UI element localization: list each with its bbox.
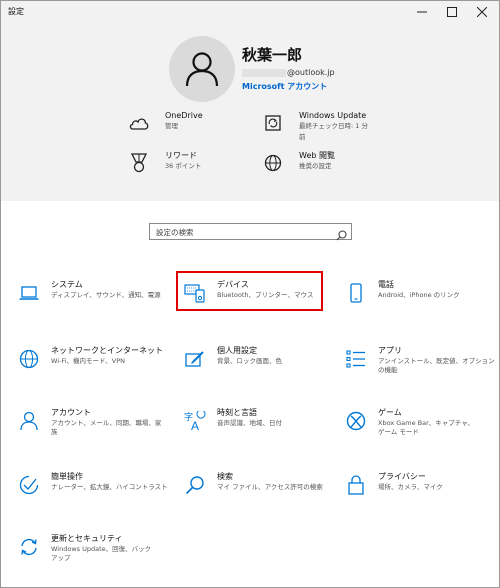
ease-of-access-icon — [17, 473, 41, 497]
network-globe-icon — [17, 347, 41, 371]
tile-gaming-title: ゲーム — [378, 408, 402, 417]
windows-update-item[interactable]: Windows Update 最終チェック日時: 1 分 前 — [263, 110, 368, 143]
apps-icon — [344, 347, 368, 371]
onedrive-title: OneDrive — [165, 111, 203, 120]
web-browsing-title: Web 閲覧 — [299, 151, 335, 160]
cloud-icon — [129, 113, 149, 133]
tile-gaming-desc-cont: ゲーム モード — [378, 428, 419, 436]
user-name: 秋葉一郎 — [242, 46, 303, 64]
account-header: 秋葉一郎 @outlook.jp Microsoft アカウント OneDriv… — [1, 23, 499, 201]
windows-update-subtitle: 最終チェック日時: 1 分 — [299, 122, 368, 130]
tile-personalization[interactable]: 個人用設定 背景、ロック画面、色 — [183, 345, 338, 395]
microsoft-account-link[interactable]: Microsoft アカウント — [242, 81, 327, 92]
search-icon — [183, 473, 207, 497]
tile-system-title: システム — [51, 280, 83, 289]
xbox-icon — [344, 409, 368, 433]
window-title: 設定 — [8, 7, 24, 16]
tile-update-security-title: 更新とセキュリティ — [51, 534, 123, 543]
tile-update-security[interactable]: 更新とセキュリティ Windows Update、回復、バック アップ — [17, 533, 172, 583]
tile-privacy[interactable]: プライバシー 場所、カメラ、マイク — [344, 471, 499, 521]
tile-phone-desc: Android、iPhone のリンク — [378, 291, 460, 299]
email-redaction — [242, 68, 286, 77]
laptop-icon — [17, 281, 41, 305]
personalization-icon — [183, 347, 207, 371]
title-bar: 設定 — [1, 1, 499, 23]
tile-network[interactable]: ネットワークとインターネット Wi-Fi、機内モード、VPN — [17, 345, 172, 395]
tile-apps-desc: アンインストール、既定値、オプション — [378, 357, 495, 365]
tile-time-language-title: 時刻と言語 — [217, 408, 257, 417]
rewards-subtitle: 36 ポイント — [165, 162, 202, 170]
windows-update-subtitle-cont: 前 — [299, 133, 306, 141]
search-placeholder: 設定の検索 — [156, 228, 194, 237]
onedrive-item[interactable]: OneDrive 管理 — [129, 110, 203, 133]
tile-personalization-desc: 背景、ロック画面、色 — [217, 357, 282, 365]
tile-gaming[interactable]: ゲーム Xbox Game Bar、キャプチャ、 ゲーム モード — [344, 407, 499, 457]
user-icon — [185, 52, 219, 87]
tile-system[interactable]: システム ディスプレイ、サウンド、通知、電源 — [17, 279, 172, 329]
medal-icon — [129, 153, 149, 173]
rewards-item[interactable]: リワード 36 ポイント — [129, 150, 201, 173]
tile-search-desc: マイ ファイル、アクセス許可の検索 — [217, 483, 323, 491]
tile-ease-of-access-title: 簡単操作 — [51, 472, 83, 481]
tile-phone[interactable]: 電話 Android、iPhone のリンク — [344, 279, 499, 329]
tile-apps-title: アプリ — [378, 346, 402, 355]
update-icon — [17, 535, 41, 559]
search-icon[interactable] — [336, 226, 347, 245]
tile-network-title: ネットワークとインターネット — [51, 346, 163, 355]
email-domain: @outlook.jp — [287, 68, 335, 77]
tile-privacy-title: プライバシー — [378, 472, 426, 481]
avatar[interactable] — [169, 36, 235, 102]
tile-accounts-desc: アカウント、メール、同期、職場、家 — [51, 419, 162, 427]
tile-ease-of-access-desc: ナレーター、拡大鏡、ハイコントラスト — [51, 483, 168, 491]
tile-update-security-desc-cont: アップ — [51, 554, 71, 562]
tile-accounts[interactable]: アカウント アカウント、メール、同期、職場、家 族 — [17, 407, 172, 457]
maximize-icon — [447, 7, 457, 17]
minimize-icon — [417, 11, 427, 13]
tile-privacy-desc: 場所、カメラ、マイク — [378, 483, 443, 491]
tile-search[interactable]: 検索 マイ ファイル、アクセス許可の検索 — [183, 471, 338, 521]
svg-text:A: A — [191, 419, 199, 431]
phone-icon — [344, 281, 368, 305]
tile-time-language[interactable]: 字A 時刻と言語 音声認識、地域、日付 — [183, 407, 338, 457]
windows-update-title: Windows Update — [299, 111, 367, 120]
tile-apps-desc-cont: の機能 — [378, 366, 398, 374]
minimize-button[interactable] — [407, 1, 437, 23]
account-icon — [17, 409, 41, 433]
tile-update-security-desc: Windows Update、回復、バック — [51, 545, 152, 553]
tile-time-language-desc: 音声認識、地域、日付 — [217, 419, 282, 427]
rewards-title: リワード — [165, 151, 197, 160]
tile-network-desc: Wi-Fi、機内モード、VPN — [51, 357, 125, 365]
tile-apps[interactable]: アプリ アンインストール、既定値、オプション の機能 — [344, 345, 499, 395]
tile-system-desc: ディスプレイ、サウンド、通知、電源 — [51, 291, 161, 299]
tile-gaming-desc: Xbox Game Bar、キャプチャ、 — [378, 419, 475, 427]
lock-icon — [344, 473, 368, 497]
tile-accounts-title: アカウント — [51, 408, 91, 417]
tile-ease-of-access[interactable]: 簡単操作 ナレーター、拡大鏡、ハイコントラスト — [17, 471, 172, 521]
close-button[interactable] — [467, 1, 497, 23]
settings-window: 設定 秋葉一郎 @outlook.jp Microsoft アカウント OneD… — [0, 0, 500, 588]
tile-search-title: 検索 — [217, 472, 233, 481]
close-icon — [477, 7, 487, 17]
search-input[interactable]: 設定の検索 — [149, 223, 352, 241]
onedrive-subtitle: 管理 — [165, 122, 178, 130]
time-language-icon: 字A — [183, 409, 207, 433]
sync-icon — [263, 113, 283, 133]
web-browsing-item[interactable]: Web 閲覧 推奨の設定 — [263, 150, 335, 173]
web-browsing-subtitle: 推奨の設定 — [299, 162, 332, 170]
tile-personalization-title: 個人用設定 — [217, 346, 257, 355]
tile-phone-title: 電話 — [378, 280, 394, 289]
maximize-button[interactable] — [437, 1, 467, 23]
devices-highlight-box — [176, 271, 323, 311]
globe-icon — [263, 153, 283, 173]
tile-accounts-desc-cont: 族 — [51, 428, 58, 436]
user-email: @outlook.jp — [242, 68, 335, 77]
